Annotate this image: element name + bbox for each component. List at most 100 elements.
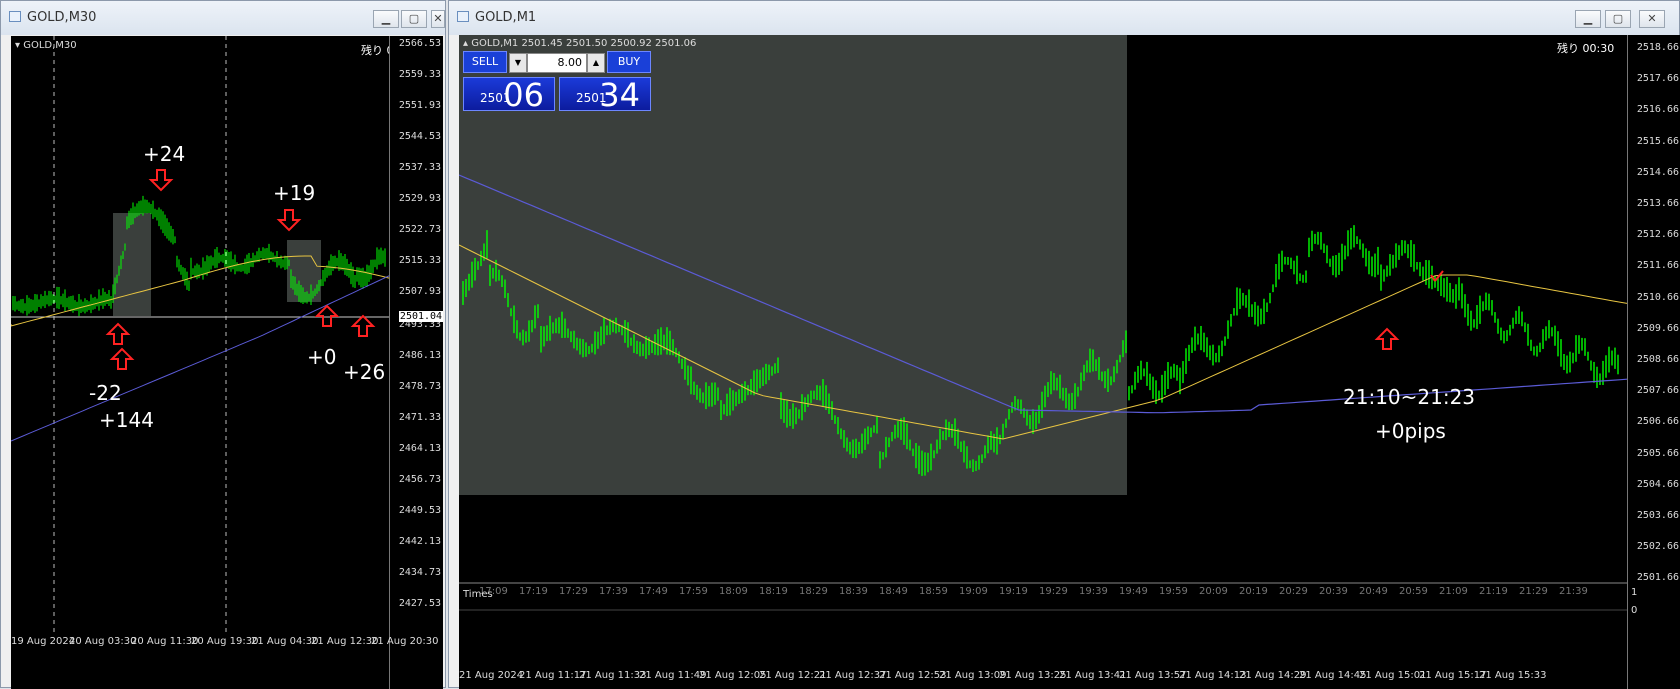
maximize-button[interactable]: ▢ (401, 10, 427, 28)
time-tick-label: 21 Aug 13:25 (999, 670, 1067, 681)
title-bar[interactable]: GOLD,M30 ▁ ▢ ✕ (1, 1, 445, 35)
price-tick-label: 2486.13 (398, 350, 441, 361)
annotation-plus19: +19 (273, 181, 316, 205)
annotation-plus144: +144 (99, 408, 154, 432)
indicator-time-label: 19:19 (999, 586, 1028, 597)
close-button[interactable]: ✕ (431, 10, 445, 28)
indicator-time-label: 19:29 (1039, 586, 1068, 597)
annotation-plus24: +24 (143, 142, 186, 166)
time-tick-label: 21 Aug 15:01 (1359, 670, 1427, 681)
indicator-time-label: 17:59 (679, 586, 708, 597)
lot-size-input[interactable]: 8.00 (527, 53, 587, 73)
maximize-button[interactable]: ▢ (1605, 10, 1631, 28)
candlesticks (12, 195, 386, 317)
time-tick-label: 21 Aug 13:09 (939, 670, 1007, 681)
annotation-time-range: 21:10~21:23 (1343, 385, 1476, 409)
bid-price-button[interactable]: 2501 06 (463, 76, 555, 114)
chart-area[interactable]: ▾ GOLD,M30 残り 08:30 2566.532559.332551.9… (11, 36, 443, 689)
title-bar[interactable]: GOLD,M1 ▁ ▢ ✕ (449, 1, 1679, 35)
buy-button[interactable]: BUY (607, 51, 651, 73)
ask-price-large: 34 (599, 76, 640, 114)
price-tick-label: 2507.93 (398, 286, 441, 297)
chart-window-gold-m1[interactable]: GOLD,M1 ▁ ▢ ✕ ▴ GOLD,M1 2501.45 2501.50 … (448, 0, 1680, 689)
price-tick-label: 2537.33 (398, 162, 441, 173)
down-arrow-icon (148, 169, 174, 192)
price-tick-label: 2508.66 (1636, 354, 1679, 365)
indicator-time-label: 19:49 (1119, 586, 1148, 597)
minimize-button[interactable]: ▁ (373, 10, 399, 28)
price-tick-label: 2464.13 (398, 443, 441, 454)
price-tick-label: 2517.66 (1636, 73, 1679, 85)
minimize-button[interactable]: ▁ (1575, 10, 1601, 28)
indicator-time-label: 20:59 (1399, 586, 1428, 597)
price-tick-label: 2501.66 (1636, 572, 1679, 584)
up-arrow-icon (350, 314, 376, 337)
price-tick-label: 2515.33 (398, 255, 441, 266)
indicator-time-label: 20:49 (1359, 586, 1388, 597)
symbol-label: ▾ GOLD,M30 (15, 40, 77, 51)
price-tick-label: 2504.66 (1636, 478, 1679, 490)
window-title: GOLD,M1 (475, 10, 537, 25)
price-tick-label: 2529.93 (398, 193, 441, 204)
time-tick-label: 21 Aug 2024 (459, 670, 524, 681)
price-tick-label: 2478.73 (398, 381, 441, 392)
price-tick-label: 2551.93 (398, 100, 441, 111)
time-tick-label: 21 Aug 12:30 (311, 636, 379, 647)
price-tick-label: 2456.73 (398, 474, 441, 485)
time-tick-label: 21 Aug 12:05 (699, 670, 767, 681)
indicator-time-label: 18:29 (799, 586, 828, 597)
chart-window-icon (9, 11, 21, 22)
sell-button[interactable]: SELL (463, 51, 507, 73)
indicator-time-label: 21:29 (1519, 586, 1548, 597)
price-tick-label: 2515.66 (1636, 135, 1679, 147)
indicator-time-label: 21:39 (1559, 586, 1588, 597)
current-price-label: 2501.04 (399, 311, 443, 322)
symbol-text: GOLD,M30 (23, 40, 77, 51)
indicator-time-label: 17:49 (639, 586, 668, 597)
price-tick-label: 2559.33 (398, 69, 441, 80)
up-arrow-icon (105, 322, 131, 345)
indicator-time-label: 17:39 (599, 586, 628, 597)
close-button[interactable]: ✕ (1639, 10, 1665, 28)
ask-price-button[interactable]: 2501 34 (559, 76, 651, 114)
price-tick-label: 2516.66 (1636, 104, 1679, 116)
symbol-label: ▴ GOLD,M1 2501.45 2501.50 2500.92 2501.0… (463, 38, 697, 49)
chart-area[interactable]: ▴ GOLD,M1 2501.45 2501.50 2500.92 2501.0… (459, 35, 1680, 689)
price-tick-label: 2442.13 (398, 536, 441, 547)
price-tick-label: 2449.53 (398, 505, 441, 516)
price-tick-label: 2505.66 (1636, 447, 1679, 459)
up-arrow-icon (1374, 327, 1400, 350)
annotation-minus22: -22 (89, 381, 122, 405)
time-tick-label: 21 Aug 14:13 (1179, 670, 1247, 681)
indicator-time-label: 19:09 (959, 586, 988, 597)
price-tick-label: 2522.73 (398, 224, 441, 235)
price-tick-label: 2514.66 (1636, 166, 1679, 178)
price-tick-label: 2511.66 (1636, 260, 1679, 272)
time-tick-label: 21 Aug 04:30 (251, 636, 319, 647)
indicator-label: Times (463, 589, 493, 600)
one-click-trading-panel[interactable]: SELL ▼ 8.00 ▲ BUY 2501 06 2501 34 (461, 49, 651, 114)
indicator-time-label: 20:19 (1239, 586, 1268, 597)
time-tick-label: 21 Aug 20:30 (371, 636, 439, 647)
price-tick-label: 2509.66 (1636, 322, 1679, 334)
up-arrow-icon (314, 304, 340, 327)
lot-increase-button[interactable]: ▲ (587, 53, 605, 73)
price-tick-label: 2507.66 (1636, 385, 1679, 397)
highlight-region (113, 213, 151, 316)
indicator-scale-1: 1 (1631, 587, 1638, 598)
price-tick-label: 2513.66 (1636, 198, 1679, 209)
window-title: GOLD,M30 (27, 10, 97, 25)
indicator-time-label: 18:59 (919, 586, 948, 597)
time-tick-label: 21 Aug 12:21 (759, 670, 827, 681)
symbol-text: GOLD,M1 2501.45 2501.50 2500.92 2501.06 (471, 38, 697, 49)
indicator-time-label: 20:39 (1319, 586, 1348, 597)
bid-price-large: 06 (503, 76, 544, 114)
price-tick-label: 2518.66 (1636, 42, 1679, 53)
indicator-time-label: 20:29 (1279, 586, 1308, 597)
indicator-time-label: 19:59 (1159, 586, 1188, 597)
time-tick-label: 21 Aug 13:57 (1119, 670, 1187, 681)
annotation-pips: +0pips (1375, 419, 1446, 443)
indicator-time-label: 19:39 (1079, 586, 1108, 597)
chart-window-gold-m30[interactable]: GOLD,M30 ▁ ▢ ✕ ▾ GOLD,M30 残り 08:30 2566.… (0, 0, 446, 689)
lot-decrease-button[interactable]: ▼ (509, 53, 527, 73)
